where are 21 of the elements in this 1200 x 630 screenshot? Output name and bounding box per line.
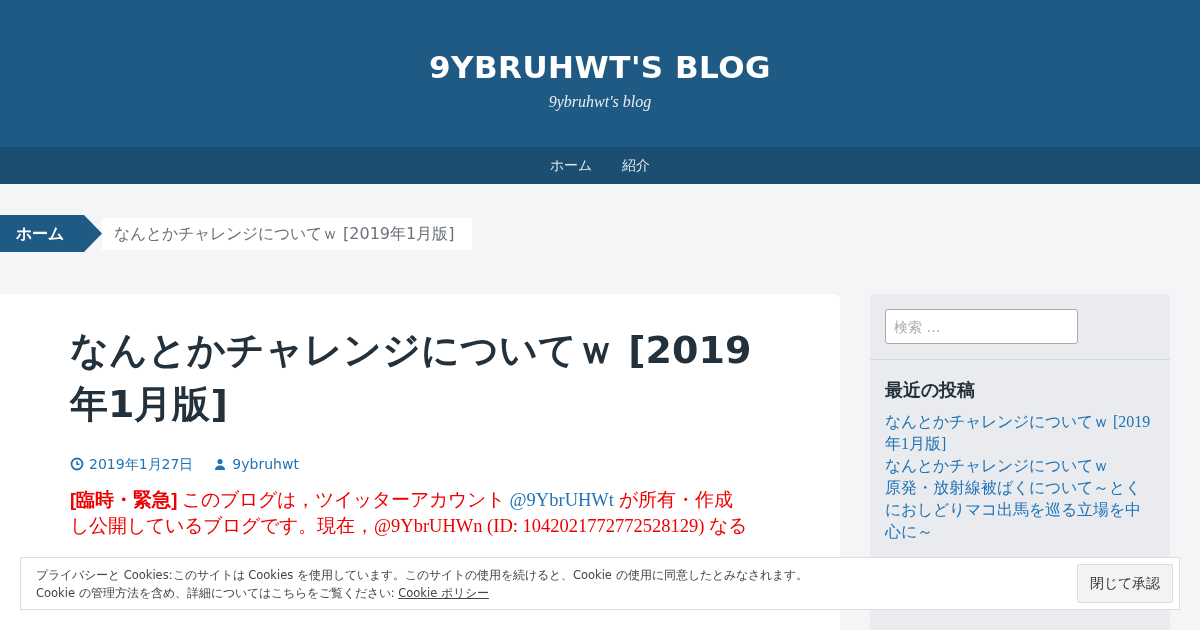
widget-title: 最近の投稿: [885, 378, 976, 402]
site-title[interactable]: 9YBRUHWT'S BLOG: [0, 0, 1200, 85]
nav-link[interactable]: 紹介: [607, 155, 665, 176]
post-date-link[interactable]: 2019年1月27日: [89, 453, 194, 475]
clock-icon: [70, 457, 84, 472]
breadcrumb-current: なんとかチャレンジについてｗ [2019年1月版]: [102, 217, 473, 250]
recent-post-link[interactable]: 原発・放射線被ばくについて～とくにおしどりマコ出馬を巡る立場を中心に～: [885, 477, 1155, 543]
recent-post-link[interactable]: なんとかチャレンジについてｗ [2019年1月版]: [885, 411, 1155, 455]
post-paragraph: [臨時・緊急] このブログは，ツイッターアカウント @9YbrUHWt が所有・作成 し公開しているブログです。現在，@9YbrUHWn (ID: 1042021772772528129) なる: [70, 487, 749, 538]
post-title: なんとかチャレンジについてｗ [2019年1月版]: [70, 327, 753, 428]
nav-link[interactable]: ホーム: [535, 155, 607, 176]
breadcrumb-arrow-icon: [84, 215, 102, 252]
recent-post-link[interactable]: なんとかチャレンジについてｗ: [885, 455, 1155, 477]
account-link[interactable]: @9YbrUHWt: [509, 489, 614, 510]
post-author-link[interactable]: 9ybruhwt: [232, 453, 299, 475]
site-tagline: 9ybruhwt's blog: [547, 92, 653, 113]
cookie-policy-link[interactable]: Cookie ポリシー: [398, 585, 489, 600]
search-field[interactable]: 検索 …: [885, 309, 1078, 344]
cookie-notice: プライバシーと Cookies:このサイトは Cookies を使用しています。このサイトの使用を続けると、Cookie の使用に同意したとみなされます。 Cookie の管理方法を含め、詳細についてはこちらをご覧ください: Cookie ポリシー: [36, 566, 808, 602]
person-icon: [213, 457, 228, 472]
accept-button[interactable]: 閉じて承認: [1077, 564, 1173, 603]
